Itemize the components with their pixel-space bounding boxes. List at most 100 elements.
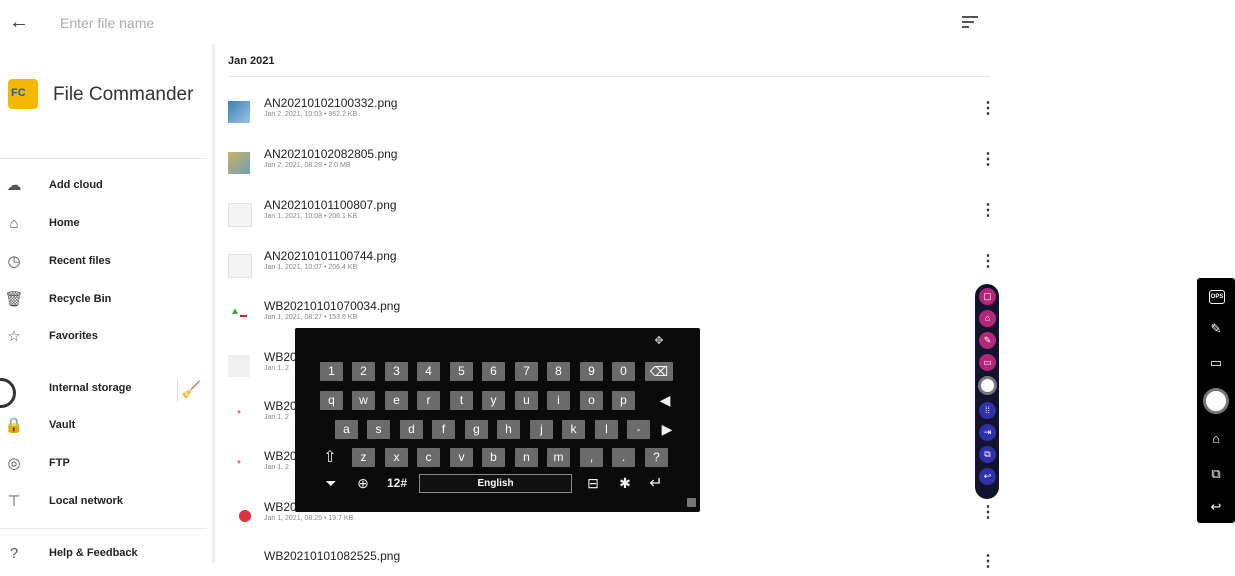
edit-note-icon[interactable]: ✎ bbox=[979, 332, 996, 349]
home-icon[interactable]: ⌂ bbox=[1206, 429, 1226, 449]
key-a[interactable]: a bbox=[335, 420, 358, 439]
key-2[interactable]: 2 bbox=[352, 362, 375, 381]
more-vert-icon[interactable]: ⋮ bbox=[980, 100, 996, 118]
gear-icon[interactable]: ✱ bbox=[615, 474, 635, 493]
key-i[interactable]: i bbox=[547, 391, 570, 410]
annotate-icon[interactable]: ▢ bbox=[979, 288, 996, 305]
key-1[interactable]: 1 bbox=[320, 362, 343, 381]
key-8[interactable]: 8 bbox=[547, 362, 570, 381]
key-7[interactable]: 7 bbox=[515, 362, 538, 381]
sidebar-item-ftp[interactable]: ◎ FTP bbox=[0, 447, 207, 483]
more-vert-icon[interactable]: ⋮ bbox=[980, 253, 996, 271]
move-arrows-icon[interactable]: ✥ bbox=[650, 332, 668, 350]
shift-icon[interactable]: ⇧ bbox=[319, 448, 341, 467]
back-icon[interactable]: ↩ bbox=[1206, 497, 1226, 517]
key-c[interactable]: c bbox=[417, 448, 440, 467]
sidebar-item-label: Local network bbox=[49, 495, 123, 507]
sidebar-item-add-cloud[interactable]: ☁ Add cloud bbox=[0, 169, 207, 205]
key-p[interactable]: p bbox=[612, 391, 635, 410]
key-k[interactable]: k bbox=[562, 420, 585, 439]
sidebar-item-favorites[interactable]: ☆ Favorites bbox=[0, 320, 207, 356]
space-key[interactable]: English bbox=[419, 474, 572, 493]
input-source-icon[interactable]: ⇥ bbox=[979, 424, 996, 441]
sidebar-item-recent-files[interactable]: ◷ Recent files bbox=[0, 245, 207, 281]
key-period[interactable]: . bbox=[612, 448, 635, 467]
windows-icon[interactable]: ⧉ bbox=[1206, 464, 1226, 484]
key-e[interactable]: e bbox=[385, 391, 408, 410]
home-icon[interactable]: ⌂ bbox=[979, 310, 996, 327]
more-vert-icon[interactable]: ⋮ bbox=[980, 151, 996, 169]
key-3[interactable]: 3 bbox=[385, 362, 408, 381]
edit-note-icon[interactable]: ✎ bbox=[1206, 319, 1226, 339]
key-m[interactable]: m bbox=[547, 448, 570, 467]
apps-grid-icon[interactable]: ⁞⁞ bbox=[979, 402, 996, 419]
more-vert-icon[interactable]: ⋮ bbox=[980, 202, 996, 220]
key-x[interactable]: x bbox=[385, 448, 408, 467]
key-u[interactable]: u bbox=[515, 391, 538, 410]
backspace-icon[interactable]: ⌫ bbox=[645, 362, 673, 381]
broom-icon[interactable]: 🧹 bbox=[180, 380, 202, 402]
key-5[interactable]: 5 bbox=[450, 362, 473, 381]
key-0[interactable]: 0 bbox=[612, 362, 635, 381]
keyboard-layout-icon[interactable]: ⊟ bbox=[583, 474, 603, 493]
windows-icon[interactable]: ⧉ bbox=[979, 446, 996, 463]
file-row[interactable]: AN20210102082805.png Jan 2, 2021, 08:28 … bbox=[220, 144, 1000, 196]
sidebar-item-help-feedback[interactable]: ? Help & Feedback bbox=[0, 537, 207, 573]
clean-divider bbox=[177, 380, 178, 402]
enter-icon[interactable]: ↵ bbox=[645, 474, 667, 493]
comment-icon[interactable]: ▭ bbox=[1206, 353, 1226, 373]
back-icon[interactable]: ↩ bbox=[979, 468, 996, 485]
file-row[interactable]: AN20210102100332.png Jan 2, 2021, 10:03 … bbox=[220, 93, 1000, 145]
key-y[interactable]: y bbox=[482, 391, 505, 410]
globe-icon[interactable]: ⊕ bbox=[353, 474, 373, 493]
circle-button[interactable] bbox=[1203, 388, 1229, 414]
key-f[interactable]: f bbox=[432, 420, 455, 439]
key-6[interactable]: 6 bbox=[482, 362, 505, 381]
sidebar-item-recycle-bin[interactable]: 🗑 Recycle Bin bbox=[0, 283, 207, 319]
key-9[interactable]: 9 bbox=[580, 362, 603, 381]
resize-icon[interactable] bbox=[687, 498, 696, 507]
key-j[interactable]: j bbox=[530, 420, 553, 439]
key-d[interactable]: d bbox=[400, 420, 423, 439]
cursor-left-icon[interactable]: ◀ bbox=[655, 391, 675, 410]
file-name: WB20210101070034.png bbox=[264, 299, 401, 313]
key-s[interactable]: s bbox=[367, 420, 390, 439]
file-row[interactable]: AN20210101100744.png Jan 1, 2021, 10:07 … bbox=[220, 246, 1000, 298]
comment-icon[interactable]: ▭ bbox=[979, 354, 996, 371]
sidebar-item-home[interactable]: ⌂ Home bbox=[0, 207, 207, 243]
key-b[interactable]: b bbox=[482, 448, 505, 467]
key-g[interactable]: g bbox=[465, 420, 488, 439]
sidebar-item-local-network[interactable]: ⊤ Local network bbox=[0, 485, 207, 521]
more-vert-icon[interactable]: ⋮ bbox=[980, 504, 996, 522]
arrow-left-icon[interactable]: ← bbox=[6, 10, 32, 34]
circle-button[interactable] bbox=[978, 376, 997, 395]
key-r[interactable]: r bbox=[417, 391, 440, 410]
file-row[interactable]: WB20210101082525.png ⋮ bbox=[220, 546, 1000, 576]
file-thumbnail bbox=[228, 355, 250, 377]
key-z[interactable]: z bbox=[352, 448, 375, 467]
key-4[interactable]: 4 bbox=[417, 362, 440, 381]
key-l[interactable]: l bbox=[595, 420, 618, 439]
key-t[interactable]: t bbox=[450, 391, 473, 410]
key-v[interactable]: v bbox=[450, 448, 473, 467]
key-dash[interactable]: - bbox=[627, 420, 650, 439]
key-o[interactable]: o bbox=[580, 391, 603, 410]
file-row[interactable]: AN20210101100807.png Jan 1, 2021, 10:08 … bbox=[220, 195, 1000, 247]
ops-icon[interactable]: OPS bbox=[1209, 290, 1225, 304]
sidebar-item-internal-storage[interactable]: Internal storage bbox=[0, 372, 207, 408]
mode-switch-key[interactable]: 12# bbox=[383, 474, 411, 493]
hide-keyboard-icon[interactable]: ⏷ bbox=[321, 474, 341, 493]
floating-dock: ▢ ⌂ ✎ ▭ ⁞⁞ ⇥ ⧉ ↩ bbox=[975, 284, 999, 499]
key-n[interactable]: n bbox=[515, 448, 538, 467]
key-comma[interactable]: , bbox=[580, 448, 603, 467]
key-h[interactable]: h bbox=[497, 420, 520, 439]
sidebar-item-vault[interactable]: 🔒 Vault bbox=[0, 409, 207, 445]
sort-lines-icon[interactable] bbox=[962, 12, 984, 32]
search-input[interactable] bbox=[58, 10, 362, 36]
key-question[interactable]: ? bbox=[645, 448, 668, 467]
key-w[interactable]: w bbox=[352, 391, 375, 410]
key-q[interactable]: q bbox=[320, 391, 343, 410]
cursor-right-icon[interactable]: ▶ bbox=[657, 420, 677, 439]
top-bar: ← bbox=[0, 0, 1003, 44]
more-vert-icon[interactable]: ⋮ bbox=[980, 553, 996, 571]
